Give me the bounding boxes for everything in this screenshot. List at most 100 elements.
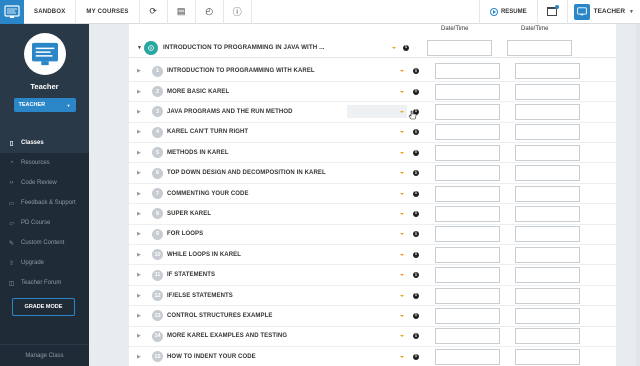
caret-down-icon[interactable]: ▼ [137,45,142,51]
manage-class-link[interactable]: Manage Class [0,344,89,366]
lesson-date-field-2[interactable] [515,226,580,243]
info-icon[interactable]: i [413,170,419,177]
lesson-date-field-2[interactable] [515,103,580,120]
lesson-date-field-1[interactable] [435,83,500,100]
info-icon[interactable]: i [413,129,419,136]
sandbox-link[interactable]: SANDBOX [24,0,77,24]
resume-button[interactable]: RESUME [478,0,538,24]
lesson-row[interactable]: ▶ 2 MORE BASIC KAREL i [129,82,616,103]
lesson-row[interactable]: ▶ 1 INTRODUCTION TO PROGRAMMING WITH KAREL… [129,62,616,82]
info-icon[interactable]: i [413,312,419,319]
sidebar-item-code-review[interactable]: ‹› Code Review [0,173,89,193]
info-icon[interactable]: ⓘ [224,0,252,24]
caret-right-icon[interactable]: ▶ [137,89,141,95]
caret-right-icon[interactable]: ▶ [137,129,141,135]
caret-right-icon[interactable]: ▶ [137,109,141,115]
user-menu[interactable]: TEACHER ▼ [568,0,640,24]
lesson-date-field-1[interactable] [435,348,500,365]
calendar-icon[interactable] [538,0,568,24]
info-icon[interactable]: i [413,333,419,340]
lesson-date-field-1[interactable] [435,267,500,284]
lesson-date-field-2[interactable] [515,328,580,345]
info-icon[interactable]: i [413,149,419,156]
lesson-date-field-1[interactable] [435,287,500,304]
info-icon[interactable]: i [403,44,409,51]
lesson-status-dropdown[interactable] [347,228,407,241]
codehs-logo-icon[interactable] [0,0,24,24]
lesson-date-field-2[interactable] [515,185,580,202]
lesson-row[interactable]: ▶ 5 METHODS IN KAREL i [129,143,616,164]
lesson-status-dropdown[interactable] [347,330,407,343]
scrollbar[interactable] [636,24,640,366]
lesson-status-dropdown[interactable] [347,105,407,119]
timer-icon[interactable]: ◴ [196,0,224,24]
lesson-date-field-1[interactable] [435,205,500,222]
lesson-date-field-2[interactable] [515,246,580,263]
lesson-row[interactable]: ▶ 13 CONTROL STRUCTURES EXAMPLE i [129,306,616,327]
lesson-row[interactable]: ▶ 10 WHILE LOOPS IN KAREL i [129,245,616,266]
lesson-row[interactable]: ▶ 11 IF STATEMENTS i [129,266,616,286]
lesson-status-dropdown[interactable] [347,350,407,363]
lesson-status-dropdown[interactable] [347,269,407,282]
caret-right-icon[interactable]: ▶ [137,211,141,217]
role-dropdown[interactable]: TEACHER ▼ [13,98,76,112]
lesson-date-field-1[interactable] [435,103,500,120]
lesson-status-dropdown[interactable] [347,187,407,200]
lesson-date-field-1[interactable] [435,246,500,263]
lesson-row[interactable]: ▶ 4 KAREL CAN'T TURN RIGHT i [129,123,616,144]
caret-right-icon[interactable]: ▶ [137,333,141,339]
lesson-row[interactable]: ▶ 14 MORE KAREL EXAMPLES AND TESTING i [129,327,616,348]
unit-date-field-2[interactable] [507,39,572,56]
sidebar-item-upgrade[interactable]: ⇧ Upgrade [0,253,89,273]
lesson-date-field-2[interactable] [515,287,580,304]
lesson-status-dropdown[interactable] [347,248,407,261]
sidebar-item-feedback-support[interactable]: ▭ Feedback & Support [0,193,89,213]
lesson-status-dropdown[interactable] [347,207,407,220]
lesson-date-field-2[interactable] [515,165,580,182]
refresh-icon[interactable]: ⟳ [140,0,168,24]
lesson-row[interactable]: ▶ 8 SUPER KAREL i [129,204,616,225]
sidebar-item-pd-course[interactable]: ▱ PD Course [0,213,89,233]
caret-right-icon[interactable]: ▶ [137,272,141,278]
caret-right-icon[interactable]: ▶ [137,231,141,237]
lesson-status-dropdown[interactable] [347,85,407,98]
info-icon[interactable]: i [413,251,419,258]
info-icon[interactable]: i [413,88,419,95]
caret-right-icon[interactable]: ▶ [137,313,141,319]
lesson-row[interactable]: ▶ 6 TOP DOWN DESIGN AND DECOMPOSITION IN K… [129,164,616,184]
caret-right-icon[interactable]: ▶ [137,354,141,360]
lesson-date-field-2[interactable] [515,205,580,222]
lesson-row[interactable]: ▶ 9 FOR LOOPS i [129,225,616,246]
lesson-date-field-1[interactable] [435,185,500,202]
info-icon[interactable]: i [413,210,419,217]
unit-status-dropdown[interactable] [339,41,399,54]
lesson-date-field-1[interactable] [435,328,500,345]
sidebar-item-custom-content[interactable]: ✎ Custom Content [0,233,89,253]
caret-right-icon[interactable]: ▶ [137,68,141,74]
lesson-date-field-1[interactable] [435,124,500,141]
sidebar-item-resources[interactable]: ◔ Resources [0,153,89,173]
info-icon[interactable]: i [413,190,419,197]
lesson-date-field-1[interactable] [435,307,500,324]
info-icon[interactable]: i [413,231,419,238]
lesson-date-field-2[interactable] [515,63,580,80]
lesson-date-field-2[interactable] [515,267,580,284]
lesson-date-field-2[interactable] [515,144,580,161]
lesson-status-dropdown[interactable] [347,126,407,139]
caret-right-icon[interactable]: ▶ [137,191,141,197]
lesson-status-dropdown[interactable] [347,167,407,180]
lesson-row[interactable]: ▶ 3 JAVA PROGRAMS AND THE RUN METHOD i [129,102,616,123]
sidebar-item-teacher-forum[interactable]: ◫ Teacher Forum [0,273,89,293]
info-icon[interactable]: i [413,272,419,279]
grade-mode-button[interactable]: GRADE MODE [12,298,75,316]
info-icon[interactable]: i [413,353,419,360]
caret-right-icon[interactable]: ▶ [137,170,141,176]
lesson-date-field-2[interactable] [515,348,580,365]
caret-right-icon[interactable]: ▶ [137,252,141,258]
lesson-date-field-1[interactable] [435,63,500,80]
caret-right-icon[interactable]: ▶ [137,293,141,299]
unit-date-field-1[interactable] [427,39,492,56]
lesson-status-dropdown[interactable] [347,65,407,78]
lesson-row[interactable]: ▶ 7 COMMENTING YOUR CODE i [129,184,616,205]
lesson-date-field-1[interactable] [435,226,500,243]
